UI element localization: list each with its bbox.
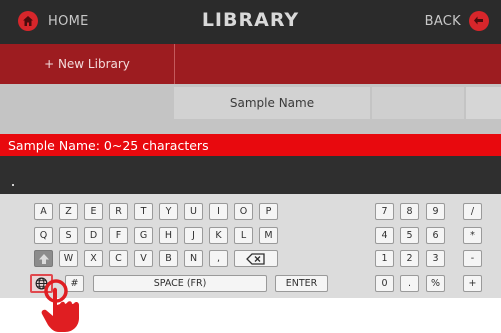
key-e[interactable]: E — [84, 203, 103, 220]
library-table: Sample Name — [0, 84, 501, 134]
key-a[interactable]: A — [34, 203, 53, 220]
shift-arrow-icon — [38, 253, 49, 264]
key-period[interactable]: . — [400, 275, 419, 292]
shift-key[interactable] — [34, 250, 53, 267]
tap-hand-icon — [41, 279, 79, 332]
column-header-cell — [466, 87, 501, 119]
back-button[interactable]: BACK — [425, 11, 489, 31]
key-l[interactable]: L — [234, 227, 253, 244]
key-j[interactable]: J — [184, 227, 203, 244]
backspace-key[interactable] — [234, 250, 278, 267]
back-arrow-icon — [469, 11, 489, 31]
key-y[interactable]: Y — [159, 203, 178, 220]
key-3[interactable]: 3 — [426, 250, 445, 267]
key-9[interactable]: 9 — [426, 203, 445, 220]
library-toolbar: + New Library — [0, 44, 501, 84]
key-asterisk[interactable]: * — [463, 227, 482, 244]
key-minus[interactable]: - — [463, 250, 482, 267]
key-k[interactable]: K — [209, 227, 228, 244]
key-m[interactable]: M — [259, 227, 278, 244]
enter-key[interactable]: ENTER — [275, 275, 328, 292]
space-key[interactable]: SPACE (FR) — [93, 275, 267, 292]
column-header-sample-name[interactable]: Sample Name — [174, 87, 370, 119]
backspace-icon — [246, 252, 265, 265]
key-x[interactable]: X — [84, 250, 103, 267]
input-hint-bar: Sample Name: 0~25 characters — [0, 134, 501, 156]
key-4[interactable]: 4 — [375, 227, 394, 244]
key-i[interactable]: I — [209, 203, 228, 220]
text-caret — [12, 184, 14, 186]
header-bar: HOME LIBRARY BACK — [0, 0, 501, 44]
sample-name-input[interactable] — [0, 156, 501, 194]
key-s[interactable]: S — [59, 227, 78, 244]
key-percent[interactable]: % — [426, 275, 445, 292]
key-6[interactable]: 6 — [426, 227, 445, 244]
key-b[interactable]: B — [159, 250, 178, 267]
key-r[interactable]: R — [109, 203, 128, 220]
key-t[interactable]: T — [134, 203, 153, 220]
key-o[interactable]: O — [234, 203, 253, 220]
key-f[interactable]: F — [109, 227, 128, 244]
column-header-cell — [372, 87, 464, 119]
key-7[interactable]: 7 — [375, 203, 394, 220]
key-h[interactable]: H — [159, 227, 178, 244]
key-z[interactable]: Z — [59, 203, 78, 220]
key-u[interactable]: U — [184, 203, 203, 220]
key-w[interactable]: W — [59, 250, 78, 267]
key-5[interactable]: 5 — [400, 227, 419, 244]
key-c[interactable]: C — [109, 250, 128, 267]
key-v[interactable]: V — [134, 250, 153, 267]
key-8[interactable]: 8 — [400, 203, 419, 220]
key-2[interactable]: 2 — [400, 250, 419, 267]
key-q[interactable]: Q — [34, 227, 53, 244]
key-d[interactable]: D — [84, 227, 103, 244]
key-plus[interactable]: + — [463, 275, 482, 292]
back-label: BACK — [424, 13, 461, 29]
key-slash[interactable]: / — [463, 203, 482, 220]
key-comma[interactable]: , — [209, 250, 228, 267]
key-1[interactable]: 1 — [375, 250, 394, 267]
key-p[interactable]: P — [259, 203, 278, 220]
key-0[interactable]: 0 — [375, 275, 394, 292]
new-library-button[interactable]: + New Library — [0, 44, 175, 84]
library-screen: HOME LIBRARY BACK + New Library Sample N… — [0, 0, 501, 333]
key-g[interactable]: G — [134, 227, 153, 244]
key-n[interactable]: N — [184, 250, 203, 267]
